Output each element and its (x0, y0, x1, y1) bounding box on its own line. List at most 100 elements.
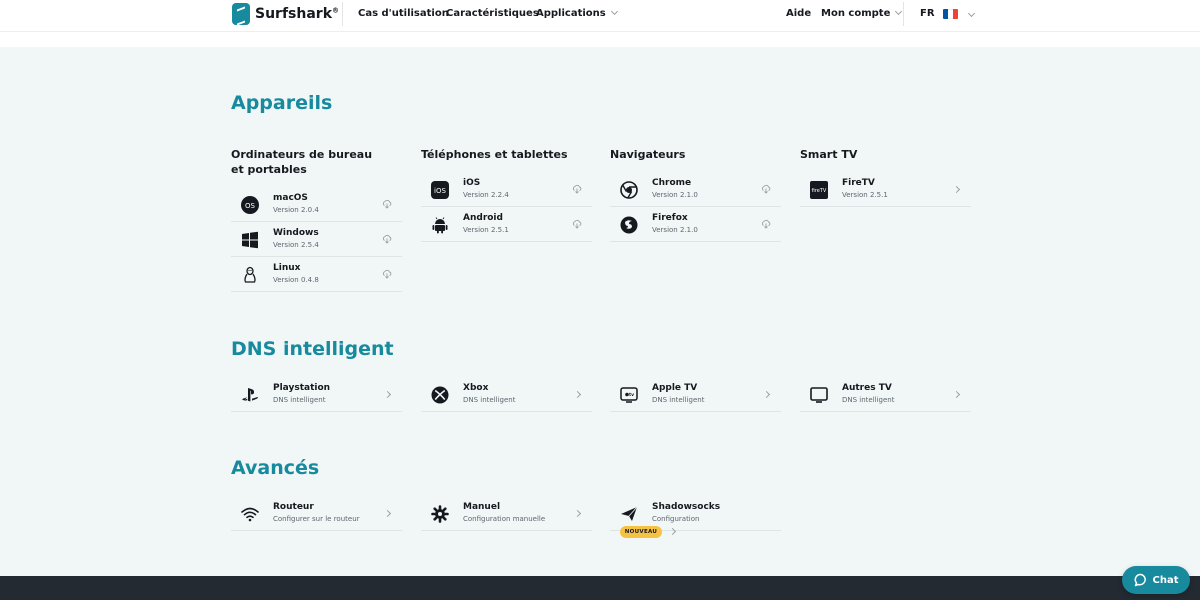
download-icon[interactable] (382, 234, 392, 244)
chevron-right-icon[interactable] (382, 508, 392, 518)
chevron-right-icon[interactable] (668, 527, 677, 536)
dns-item-other-tv[interactable]: Autres TV DNS intelligent (800, 377, 971, 412)
chat-button[interactable]: Chat (1122, 566, 1190, 594)
nav-applications[interactable]: Applications (536, 7, 618, 19)
france-flag-icon[interactable] (943, 9, 958, 19)
brand-name: Surfshark (255, 6, 333, 22)
gear-icon (431, 505, 449, 523)
dns-item-apple-tv[interactable]: tv Apple TV DNS intelligent (610, 377, 781, 412)
dns-item-xbox[interactable]: Xbox DNS intelligent (421, 377, 592, 412)
column-heading-mobile: Téléphones et tablettes (421, 148, 568, 161)
app-version: Version 2.1.0 (652, 226, 698, 234)
chevron-down-icon (610, 7, 618, 16)
column-heading-smart-tv: Smart TV (800, 148, 858, 161)
app-version: Version 2.5.4 (273, 241, 319, 249)
chevron-right-icon[interactable] (572, 389, 582, 399)
app-item-chrome[interactable]: Chrome Version 2.1.0 (610, 172, 781, 207)
language-code[interactable]: FR (920, 8, 935, 19)
apps-section (0, 47, 1200, 576)
dns-subtitle: DNS intelligent (652, 396, 705, 404)
appletv-icon: tv (620, 386, 638, 404)
nav-my-account[interactable]: Mon compte (821, 7, 903, 19)
macos-icon: OS (241, 196, 259, 214)
column-heading-browsers: Navigateurs (610, 148, 686, 161)
surfshark-logo[interactable]: Surfshark® (232, 3, 339, 25)
nav-use-cases[interactable]: Cas d'utilisation (358, 8, 449, 19)
top-navigation-bar: Surfshark® Cas d'utilisation Caractérist… (0, 0, 1200, 32)
wifi-icon (241, 505, 259, 523)
advanced-item-manual[interactable]: Manuel Configuration manuelle (421, 496, 592, 531)
svg-text:OS: OS (245, 202, 256, 210)
column-heading-desktop: Ordinateurs de bureau et portables (231, 148, 373, 176)
app-item-android[interactable]: Android Version 2.5.1 (421, 207, 592, 242)
advanced-name: Manuel (463, 502, 501, 512)
advanced-subtitle: Configuration manuelle (463, 515, 546, 523)
advanced-subtitle: Configurer sur le routeur (273, 515, 360, 523)
chevron-right-icon[interactable] (382, 389, 392, 399)
app-name: Linux (273, 263, 301, 273)
dns-item-playstation[interactable]: Playstation DNS intelligent (231, 377, 402, 412)
firetv-icon: fireTV (810, 181, 828, 199)
nav-help[interactable]: Aide (786, 8, 811, 19)
xbox-icon (431, 386, 449, 404)
footer (0, 576, 1200, 600)
app-version: Version 2.5.1 (463, 226, 509, 234)
header-divider (903, 2, 904, 26)
chevron-down-icon[interactable] (967, 9, 976, 18)
download-icon[interactable] (572, 219, 582, 229)
download-icon[interactable] (761, 184, 771, 194)
advanced-item-router[interactable]: Routeur Configurer sur le routeur (231, 496, 402, 531)
firefox-icon (620, 216, 638, 234)
download-icon[interactable] (382, 199, 392, 209)
linux-icon (241, 266, 259, 284)
advanced-subtitle: Configuration (652, 515, 700, 523)
app-name: macOS (273, 193, 308, 203)
brand-mark: ® (332, 6, 340, 15)
devices-title: Appareils (231, 92, 333, 114)
dns-subtitle: DNS intelligent (273, 396, 326, 404)
my-account-label: Mon compte (821, 8, 891, 19)
chevron-right-icon[interactable] (951, 389, 961, 399)
chevron-right-icon[interactable] (951, 184, 961, 194)
advanced-name: Shadowsocks (652, 502, 721, 512)
dns-name: Apple TV (652, 383, 698, 393)
app-version: Version 2.5.1 (842, 191, 888, 199)
app-item-windows[interactable]: Windows Version 2.5.4 (231, 222, 402, 257)
paper-plane-icon (620, 505, 638, 523)
app-version: Version 2.0.4 (273, 206, 319, 214)
app-item-ios[interactable]: iOS iOS Version 2.2.4 (421, 172, 592, 207)
new-badge: NOUVEAU (620, 526, 662, 538)
chat-label: Chat (1152, 574, 1179, 586)
chevron-right-icon[interactable] (572, 508, 582, 518)
app-name: iOS (463, 178, 481, 188)
advanced-name: Routeur (273, 502, 314, 512)
surfshark-logo-icon (232, 3, 250, 25)
app-name: Chrome (652, 178, 692, 188)
chat-bubble-icon (1134, 573, 1146, 587)
download-icon[interactable] (382, 269, 392, 279)
advanced-title: Avancés (231, 457, 320, 479)
nav-applications-label: Applications (536, 8, 606, 19)
svg-text:tv: tv (629, 392, 634, 398)
dns-subtitle: DNS intelligent (842, 396, 895, 404)
app-name: FireTV (842, 178, 875, 188)
playstation-icon (241, 386, 259, 404)
smart-dns-title: DNS intelligent (231, 338, 394, 360)
app-item-firefox[interactable]: Firefox Version 2.1.0 (610, 207, 781, 242)
app-name: Windows (273, 228, 319, 238)
chevron-right-icon[interactable] (761, 389, 771, 399)
dns-name: Autres TV (842, 383, 892, 393)
download-icon[interactable] (572, 184, 582, 194)
app-version: Version 0.4.8 (273, 276, 319, 284)
dns-subtitle: DNS intelligent (463, 396, 516, 404)
app-item-macos[interactable]: OS macOS Version 2.0.4 (231, 187, 402, 222)
download-icon[interactable] (761, 219, 771, 229)
header-divider (342, 2, 343, 26)
ios-icon: iOS (431, 181, 449, 199)
app-version: Version 2.2.4 (463, 191, 509, 199)
app-item-linux[interactable]: Linux Version 0.4.8 (231, 257, 402, 292)
app-item-firetv[interactable]: fireTV FireTV Version 2.5.1 (800, 172, 971, 207)
chevron-down-icon (895, 7, 903, 16)
app-name: Android (463, 213, 503, 223)
nav-features[interactable]: Caractéristiques (446, 8, 539, 19)
